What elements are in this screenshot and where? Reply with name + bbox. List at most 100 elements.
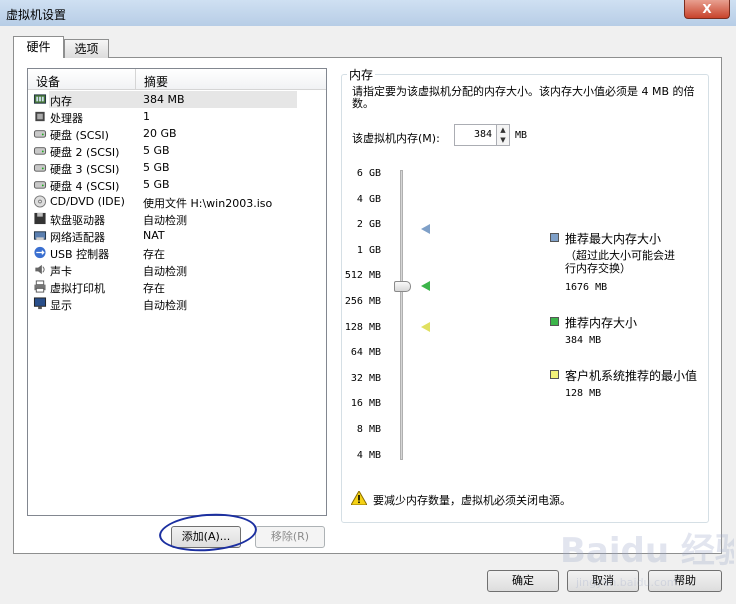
list-header: 设备 摘要	[28, 69, 326, 90]
legend-label-minimum: 客户机系统推荐的最小值	[565, 369, 698, 383]
device-name: 网络适配器	[50, 231, 105, 244]
close-button[interactable]: X	[684, 0, 730, 19]
scale-label: 512 MB	[344, 270, 381, 282]
legend-label-recommended: 推荐内存大小	[565, 316, 638, 330]
device-name: CD/DVD (IDE)	[50, 195, 125, 208]
hard-disk-icon	[33, 164, 47, 172]
ok-button[interactable]: 确定	[487, 570, 559, 592]
memory-group-title: 内存	[347, 66, 376, 83]
device-name: 硬盘 2 (SCSI)	[50, 146, 120, 159]
scale-label: 4 MB	[356, 449, 381, 461]
legend-value-max: 1676 MB	[565, 282, 608, 293]
memory-icon	[33, 94, 47, 104]
device-row[interactable]: 硬盘 4 (SCSI) 5 GB	[28, 176, 326, 193]
device-summary: 自动检测	[143, 214, 187, 227]
memory-unit: MB	[515, 130, 528, 141]
scale-label: 256 MB	[344, 296, 381, 307]
scale-label: 1 GB	[356, 244, 381, 256]
spin-up-icon[interactable]: ▲	[497, 125, 509, 135]
device-name: 虚拟打印机	[50, 282, 105, 295]
device-name: 硬盘 3 (SCSI)	[50, 163, 120, 176]
device-row[interactable]: 网络适配器 NAT	[28, 227, 326, 244]
watermark-sub: jingyan.baidu.com	[575, 576, 678, 589]
device-summary: 1	[143, 110, 150, 123]
processor-icon	[35, 111, 45, 122]
sound-card-icon	[35, 264, 45, 275]
device-summary: 自动检测	[143, 265, 187, 278]
baidu-watermark-logo: Baidu 经验 jingyan.baidu.com	[560, 531, 734, 589]
memory-input[interactable]: 384	[454, 124, 497, 146]
spin-down-icon[interactable]: ▼	[497, 135, 509, 145]
printer-icon	[34, 280, 46, 293]
legend-swatch-max	[550, 233, 559, 242]
device-summary: 存在	[143, 248, 165, 261]
legend-value-minimum: 128 MB	[565, 388, 602, 399]
device-summary: 自动检测	[143, 299, 187, 312]
warning-icon	[351, 491, 367, 505]
network-adapter-icon	[33, 231, 47, 241]
remove-button[interactable]: 移除(R)	[255, 526, 325, 548]
legend-note-max: （超过此大小可能会进行内存交换）	[565, 249, 675, 275]
warning-text: 要减少内存数量，虚拟机必须关闭电源。	[373, 494, 571, 507]
memory-spinner[interactable]: ▲ ▼	[497, 124, 510, 146]
window-title: 虚拟机设置	[6, 8, 67, 22]
display-icon	[33, 297, 47, 310]
device-name: 内存	[50, 95, 72, 108]
hard-disk-icon	[33, 181, 47, 189]
device-row[interactable]: 显示 自动检测	[28, 295, 326, 312]
device-row[interactable]: 处理器 1	[28, 108, 326, 125]
device-name: 硬盘 (SCSI)	[50, 129, 109, 142]
device-row[interactable]: 虚拟打印机 存在	[28, 278, 326, 295]
device-list[interactable]: 设备 摘要 内存 384 MB 处理器 1 硬盘 (SCSI) 20 GB 硬盘 2 (SC…	[27, 68, 327, 516]
minimum-marker-icon	[421, 322, 430, 332]
device-summary: 5 GB	[143, 161, 170, 174]
watermark-text: Baidu 经验	[560, 531, 734, 571]
device-row[interactable]: 硬盘 3 (SCSI) 5 GB	[28, 159, 326, 176]
max-recommended-marker-icon	[421, 224, 430, 234]
device-name: USB 控制器	[50, 248, 110, 261]
device-summary: 5 GB	[143, 144, 170, 157]
memory-field-label: 该虚拟机内存(M):	[352, 132, 440, 145]
cd-dvd-icon	[33, 195, 47, 208]
hard-disk-icon	[33, 147, 47, 155]
device-row[interactable]: USB 控制器 存在	[28, 244, 326, 261]
device-summary: NAT	[143, 229, 165, 242]
device-summary: 384 MB	[143, 93, 185, 106]
column-header-summary[interactable]: 摘要	[144, 73, 168, 90]
memory-slider-thumb[interactable]	[394, 281, 411, 292]
hard-disk-icon	[33, 130, 47, 138]
scale-label: 8 MB	[356, 424, 381, 435]
device-row[interactable]: 内存 384 MB	[28, 91, 326, 108]
tab-options[interactable]: 选项	[64, 39, 109, 58]
scale-label: 4 GB	[356, 193, 381, 205]
device-row[interactable]: 声卡 自动检测	[28, 261, 326, 278]
recommended-marker-icon	[421, 281, 430, 291]
device-name: 显示	[50, 299, 72, 312]
usb-icon	[34, 246, 46, 259]
memory-description: 请指定要为该虚拟机分配的内存大小。该内存大小值必须是 4 MB 的倍数。	[352, 85, 695, 110]
device-summary: 5 GB	[143, 178, 170, 191]
column-header-device[interactable]: 设备	[36, 73, 60, 90]
memory-slider-track[interactable]	[400, 170, 403, 460]
legend-swatch-minimum	[550, 370, 559, 379]
device-name: 处理器	[50, 112, 83, 125]
device-name: 软盘驱动器	[50, 214, 105, 227]
scale-label: 64 MB	[350, 347, 381, 359]
floppy-icon	[34, 212, 46, 225]
title-bar: 虚拟机设置 X	[0, 0, 736, 26]
device-name: 硬盘 4 (SCSI)	[50, 180, 120, 193]
scale-label: 16 MB	[350, 398, 381, 410]
device-summary: 使用文件 H:\win2003.iso	[143, 197, 273, 210]
legend-value-recommended: 384 MB	[565, 335, 602, 346]
device-row[interactable]: CD/DVD (IDE) 使用文件 H:\win2003.iso	[28, 193, 326, 210]
device-row[interactable]: 软盘驱动器 自动检测	[28, 210, 326, 227]
scale-label: 2 GB	[356, 219, 381, 231]
legend-swatch-recommended	[550, 317, 559, 326]
column-divider[interactable]	[135, 69, 136, 89]
scale-label: 6 GB	[356, 168, 381, 179]
device-summary: 存在	[143, 282, 165, 295]
device-row[interactable]: 硬盘 (SCSI) 20 GB	[28, 125, 326, 142]
device-row[interactable]: 硬盘 2 (SCSI) 5 GB	[28, 142, 326, 159]
device-summary: 20 GB	[143, 127, 177, 140]
tab-hardware[interactable]: 硬件	[13, 36, 64, 58]
